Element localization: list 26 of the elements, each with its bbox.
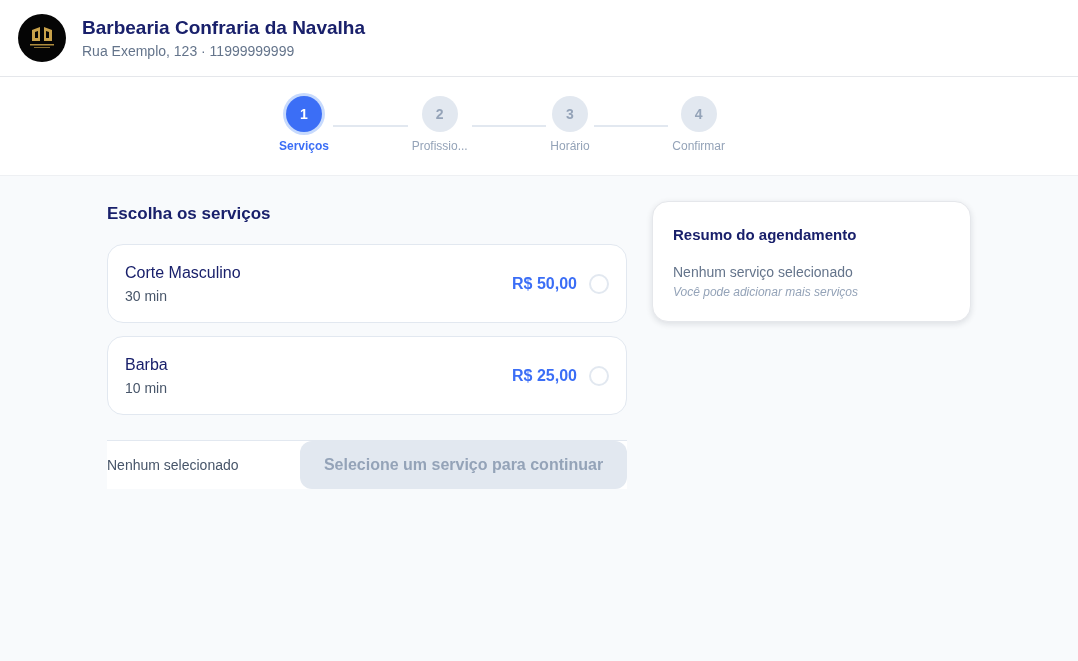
summary-empty-text: Nenhum serviço selecionado <box>673 263 854 281</box>
summary-title: Resumo do agendamento <box>673 225 858 245</box>
step-circle[interactable]: 3 <box>552 96 588 132</box>
radio-button[interactable] <box>589 273 609 294</box>
service-name: Barba <box>125 354 168 375</box>
section-heading: Escolha os serviços <box>107 203 272 225</box>
service-card[interactable]: Barba 10 min R$ 25,00 <box>107 336 627 415</box>
step-circle[interactable]: 4 <box>680 96 717 132</box>
selection-status: Nenhum selecionado <box>107 457 239 473</box>
business-name: Barbearia Confraria da Navalha <box>82 15 365 40</box>
service-price: R$ 25,00 <box>512 366 577 385</box>
step-label: Horário <box>550 138 590 154</box>
service-name: Corte Masculino <box>125 262 241 283</box>
service-duration: 10 min <box>125 378 168 397</box>
step-label: Confirmar <box>672 138 725 154</box>
radio-button[interactable] <box>589 365 609 386</box>
step-label: Profissio... <box>411 138 468 154</box>
step-label: Serviços <box>279 138 330 154</box>
step-circle[interactable]: 2 <box>421 96 458 132</box>
summary-hint: Você pode adicionar mais serviços <box>673 284 859 300</box>
service-card[interactable]: Corte Masculino 30 min R$ 50,00 <box>107 244 627 323</box>
business-address: Rua Exemplo, 123 · 11999999999 <box>82 41 296 61</box>
service-price: R$ 50,00 <box>512 274 577 293</box>
service-duration: 30 min <box>125 286 169 305</box>
logo-icon <box>18 14 66 62</box>
step-circle[interactable]: 1 <box>286 96 322 132</box>
